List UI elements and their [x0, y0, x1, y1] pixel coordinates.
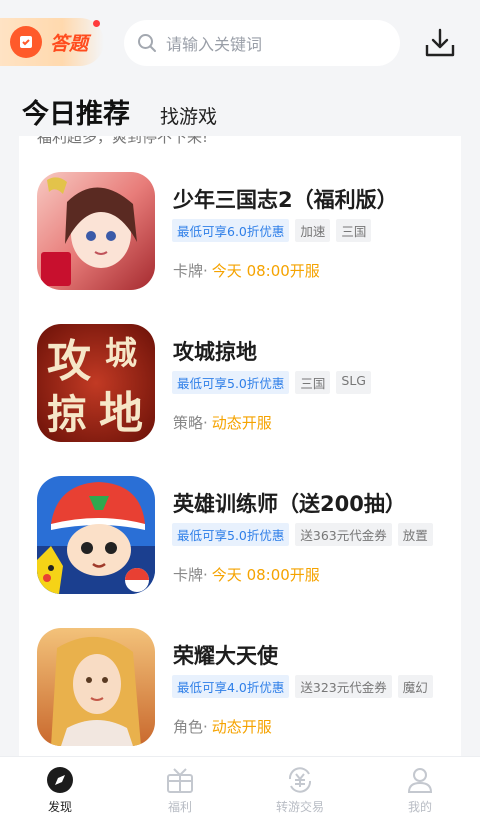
search-placeholder: 请输入关键词 [166, 35, 263, 54]
genre-tag: 三国 [336, 219, 372, 242]
discount-tag: 最低可享6.0折优惠 [172, 219, 290, 242]
genre-tag: SLG [336, 371, 371, 394]
game-tags: 最低可享6.0折优惠 加速 三国 [172, 219, 377, 242]
game-icon-shaonian-sanguozhi [37, 172, 155, 290]
discount-tag: 最低可享5.0折优惠 [172, 523, 290, 546]
search-icon [138, 34, 156, 52]
genre-tag: 放置 [397, 523, 433, 546]
feature-tag: 加速 [295, 219, 331, 242]
game-title: 少年三国志2（福利版） [173, 188, 398, 212]
game-category: 卡牌 [173, 566, 204, 584]
game-tags: 最低可享5.0折优惠 三国 SLG [172, 371, 377, 394]
game-list-item[interactable]: 荣耀大天使 最低可享4.0折优惠 送323元代金券 魔幻 角色· 动态开服 [19, 592, 461, 746]
tab-find-games[interactable]: 找游戏 [160, 102, 217, 129]
icon-char: 掠 [47, 391, 87, 438]
download-icon[interactable] [424, 28, 456, 58]
game-icon-gongcheng-luedi: 攻 城 掠 地 [37, 324, 155, 442]
bottom-navigation: 发现 福利 转游交易 我的 [0, 756, 480, 822]
game-title: 攻城掠地 [173, 340, 257, 364]
compass-icon [47, 767, 73, 793]
game-list-card: 福利超多，爽到停不下来! 少年三国志2（福利版） 最低可享6.0折优惠 加速 三… [19, 136, 461, 756]
icon-char: 城 [105, 334, 137, 372]
game-tags: 最低可享5.0折优惠 送363元代金券 放置 [172, 523, 439, 546]
icon-char: 攻 [47, 336, 91, 387]
game-list-item[interactable]: 少年三国志2（福利版） 最低可享6.0折优惠 加速 三国 卡牌· 今天 08:00… [19, 136, 461, 290]
gift-icon [167, 768, 193, 793]
notification-dot [93, 20, 100, 27]
exchange-icon [288, 767, 312, 793]
icon-char: 地 [99, 388, 143, 439]
game-icon-rongyao-datianshi [37, 628, 155, 746]
discount-tag: 最低可享5.0折优惠 [172, 371, 290, 394]
nav-label: 发现 [47, 800, 72, 814]
game-list-item[interactable]: 英雄训练师（送200抽） 最低可享5.0折优惠 送363元代金券 放置 卡牌· 今… [19, 440, 461, 594]
nav-welfare[interactable]: 福利 [120, 757, 240, 822]
quiz-label: 答题 [50, 33, 89, 55]
nav-trade[interactable]: 转游交易 [240, 757, 360, 822]
game-meta: 角色· 动态开服 [173, 716, 272, 737]
nav-label: 转游交易 [275, 800, 324, 814]
meta-separator: · [203, 718, 208, 736]
voucher-tag: 送363元代金券 [295, 523, 392, 546]
genre-tag: 魔幻 [397, 675, 433, 698]
game-title: 英雄训练师（送200抽） [173, 492, 406, 516]
game-category: 卡牌 [173, 262, 204, 280]
top-bar: 答题 请输入关键词 今日推荐 找游戏 [0, 0, 480, 130]
nav-label: 福利 [167, 800, 192, 814]
server-open-time: 动态开服 [211, 414, 272, 432]
server-open-time: 今天 08:00开服 [211, 566, 320, 584]
discount-tag: 最低可享4.0折优惠 [172, 675, 290, 698]
nav-mine[interactable]: 我的 [360, 757, 480, 822]
game-title: 荣耀大天使 [173, 644, 278, 668]
quiz-icon [10, 26, 42, 58]
genre-tag: 三国 [295, 371, 331, 394]
game-category: 角色 [173, 718, 204, 736]
meta-separator: · [203, 566, 208, 584]
quiz-entry-button[interactable]: 答题 [0, 18, 104, 66]
game-meta: 卡牌· 今天 08:00开服 [173, 564, 320, 585]
game-meta: 卡牌· 今天 08:00开服 [173, 260, 320, 281]
tab-today-recommend[interactable]: 今日推荐 [22, 92, 130, 131]
nav-discover[interactable]: 发现 [0, 757, 120, 822]
user-icon [407, 768, 433, 793]
meta-separator: · [203, 414, 208, 432]
search-bar[interactable]: 请输入关键词 [124, 20, 400, 66]
server-open-time: 动态开服 [211, 718, 272, 736]
voucher-tag: 送323元代金券 [295, 675, 392, 698]
game-icon-yingxiong-xunlianshi [37, 476, 155, 594]
nav-label: 我的 [407, 800, 432, 814]
game-category: 策略 [173, 414, 204, 432]
game-meta: 策略· 动态开服 [173, 412, 272, 433]
meta-separator: · [203, 262, 208, 280]
server-open-time: 今天 08:00开服 [211, 262, 320, 280]
game-tags: 最低可享4.0折优惠 送323元代金券 魔幻 [172, 675, 439, 698]
game-list-item[interactable]: 攻 城 掠 地 攻城掠地 最低可享5.0折优惠 三国 SLG 策略· 动态开服 [19, 288, 461, 442]
